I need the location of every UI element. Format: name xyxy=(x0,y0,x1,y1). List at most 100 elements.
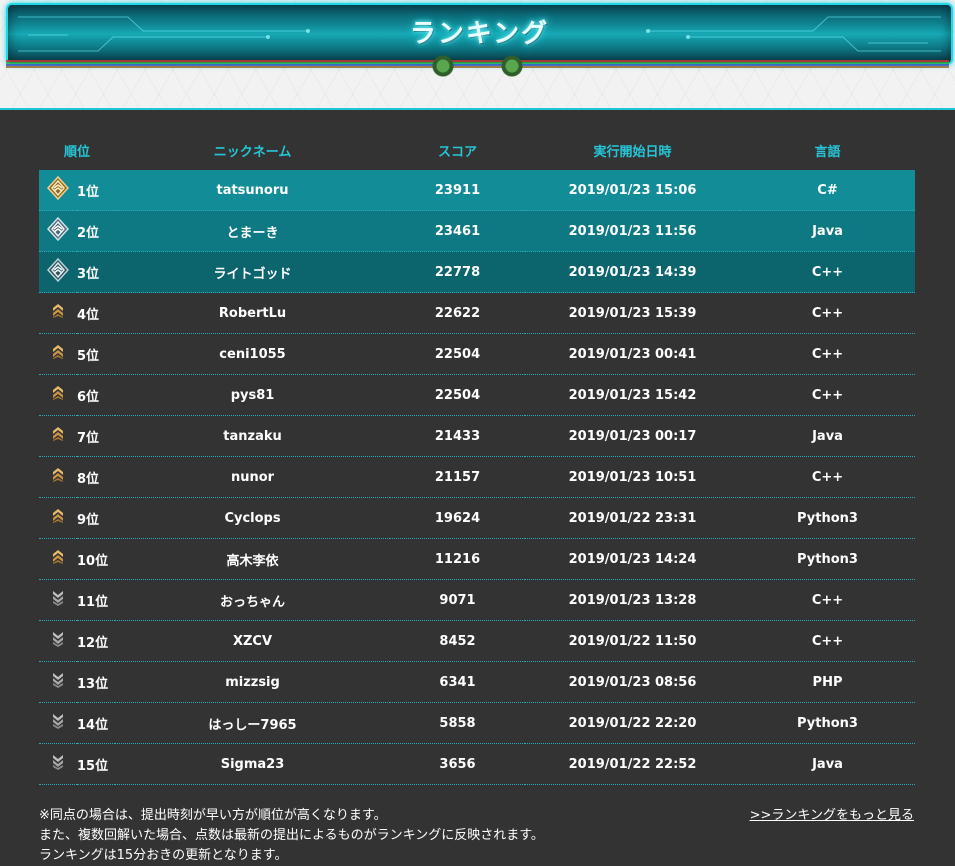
datetime-cell: 2019/01/23 15:39 xyxy=(525,292,741,334)
rank-medal-cell xyxy=(39,702,77,744)
gold-chevron-icon xyxy=(51,467,65,487)
rank-medal-cell xyxy=(39,292,77,334)
nickname-cell: はっしー7965 xyxy=(115,702,391,744)
rank-cell: 11位 xyxy=(77,579,116,621)
language-cell: Java xyxy=(740,210,916,252)
score-cell: 21433 xyxy=(390,415,526,457)
table-row: 7位 tanzaku 21433 2019/01/23 00:17 Java xyxy=(39,415,916,457)
silver-chevron-icon xyxy=(51,590,65,610)
language-cell: Python3 xyxy=(740,702,916,744)
language-cell: C++ xyxy=(740,333,916,375)
note-line: ※同点の場合は、提出時刻が早い方が順位が高くなります。 xyxy=(39,808,387,823)
language-cell: Python3 xyxy=(740,497,916,539)
table-row: 9位 Cyclops 19624 2019/01/22 23:31 Python3 xyxy=(39,497,916,539)
table-row: 10位 高木李依 11216 2019/01/23 14:24 Python3 xyxy=(39,538,916,580)
nickname-cell: ライトゴッド xyxy=(115,251,391,293)
language-cell: C++ xyxy=(740,579,916,621)
rank-medal-cell xyxy=(39,497,77,539)
gold-chevron-icon xyxy=(51,549,65,569)
gold-chevron-icon xyxy=(51,426,65,446)
nickname-cell: XZCV xyxy=(115,620,391,662)
silver-medal-icon xyxy=(46,216,70,245)
column-header-score: スコア xyxy=(438,144,478,160)
score-cell: 23911 xyxy=(390,170,526,211)
rank-medal-cell xyxy=(39,579,77,621)
score-cell: 22504 xyxy=(390,333,526,375)
note-line: また、複数回解いた場合、点数は最新の提出によるものがランキングに反映されます。 xyxy=(39,828,544,843)
rank-cell: 2位 xyxy=(77,210,116,252)
bronze-medal-icon xyxy=(46,257,70,286)
table-row: 12位 XZCV 8452 2019/01/22 11:50 C++ xyxy=(39,620,916,662)
ranking-notes: ※同点の場合は、提出時刻が早い方が順位が高くなります。 また、複数回解いた場合、… xyxy=(39,806,659,866)
table-row: 8位 nunor 21157 2019/01/23 10:51 C++ xyxy=(39,456,916,498)
datetime-cell: 2019/01/23 00:17 xyxy=(525,415,741,457)
silver-chevron-icon xyxy=(51,631,65,651)
gold-medal-icon xyxy=(46,175,70,204)
score-cell: 23461 xyxy=(390,210,526,252)
plant-ornament-icon xyxy=(497,54,527,78)
rank-medal-cell xyxy=(39,456,77,498)
nickname-cell: tanzaku xyxy=(115,415,391,457)
nickname-cell: 高木李依 xyxy=(115,538,391,580)
score-cell: 3656 xyxy=(390,743,526,785)
datetime-cell: 2019/01/23 08:56 xyxy=(525,661,741,703)
silver-chevron-icon xyxy=(51,672,65,692)
rank-cell: 4位 xyxy=(77,292,116,334)
datetime-cell: 2019/01/23 13:28 xyxy=(525,579,741,621)
score-cell: 8452 xyxy=(390,620,526,662)
nickname-cell: とまーき xyxy=(115,210,391,252)
rank-cell: 14位 xyxy=(77,702,116,744)
gold-chevron-icon xyxy=(51,303,65,323)
rank-cell: 7位 xyxy=(77,415,116,457)
rank-medal-cell xyxy=(39,415,77,457)
nickname-cell: RobertLu xyxy=(115,292,391,334)
nickname-cell: pys81 xyxy=(115,374,391,416)
column-header-nickname: ニックネーム xyxy=(213,144,292,160)
gold-chevron-icon xyxy=(51,508,65,528)
silver-chevron-icon xyxy=(51,754,65,774)
table-header-row: 順位 ニックネーム スコア 実行開始日時 言語 xyxy=(39,130,915,170)
language-cell: Java xyxy=(740,743,916,785)
nickname-cell: おっちゃん xyxy=(115,579,391,621)
nickname-cell: mizzsig xyxy=(115,661,391,703)
rank-medal-cell xyxy=(39,210,77,252)
score-cell: 9071 xyxy=(390,579,526,621)
silver-chevron-icon xyxy=(51,713,65,733)
score-cell: 5858 xyxy=(390,702,526,744)
score-cell: 21157 xyxy=(390,456,526,498)
nickname-cell: Sigma23 xyxy=(115,743,391,785)
datetime-cell: 2019/01/22 23:31 xyxy=(525,497,741,539)
score-cell: 11216 xyxy=(390,538,526,580)
plant-ornament-icon xyxy=(428,54,458,78)
language-cell: Python3 xyxy=(740,538,916,580)
datetime-cell: 2019/01/23 11:56 xyxy=(525,210,741,252)
more-ranking-link[interactable]: >>ランキングをもっと見る xyxy=(750,806,914,826)
rank-cell: 3位 xyxy=(77,251,116,293)
ranking-table-body: 1位 tatsunoru 23911 2019/01/23 15:06 C# 2位 とまーき… xyxy=(39,170,916,785)
header-area: ランキング xyxy=(0,0,955,110)
table-row: 1位 tatsunoru 23911 2019/01/23 15:06 C# xyxy=(39,170,916,211)
rank-cell: 1位 xyxy=(77,170,116,211)
nickname-cell: nunor xyxy=(115,456,391,498)
gold-chevron-icon xyxy=(51,385,65,405)
score-cell: 19624 xyxy=(390,497,526,539)
nickname-cell: Cyclops xyxy=(115,497,391,539)
datetime-cell: 2019/01/23 00:41 xyxy=(525,333,741,375)
rank-medal-cell xyxy=(39,538,77,580)
language-cell: PHP xyxy=(740,661,916,703)
table-row: 13位 mizzsig 6341 2019/01/23 08:56 PHP xyxy=(39,661,916,703)
datetime-cell: 2019/01/23 15:06 xyxy=(525,170,741,211)
score-cell: 6341 xyxy=(390,661,526,703)
language-cell: Java xyxy=(740,415,916,457)
language-cell: C++ xyxy=(740,251,916,293)
rank-medal-cell xyxy=(39,743,77,785)
rank-medal-cell xyxy=(39,661,77,703)
column-header-language: 言語 xyxy=(814,144,841,160)
language-cell: C++ xyxy=(740,620,916,662)
ranking-table: 順位 ニックネーム スコア 実行開始日時 言語 1位 tatsunoru 23911… xyxy=(39,130,916,785)
rank-medal-cell xyxy=(39,170,77,211)
table-row: 4位 RobertLu 22622 2019/01/23 15:39 C++ xyxy=(39,292,916,334)
datetime-cell: 2019/01/23 15:42 xyxy=(525,374,741,416)
column-header-rank: 順位 xyxy=(64,144,91,160)
language-cell: C++ xyxy=(740,292,916,334)
